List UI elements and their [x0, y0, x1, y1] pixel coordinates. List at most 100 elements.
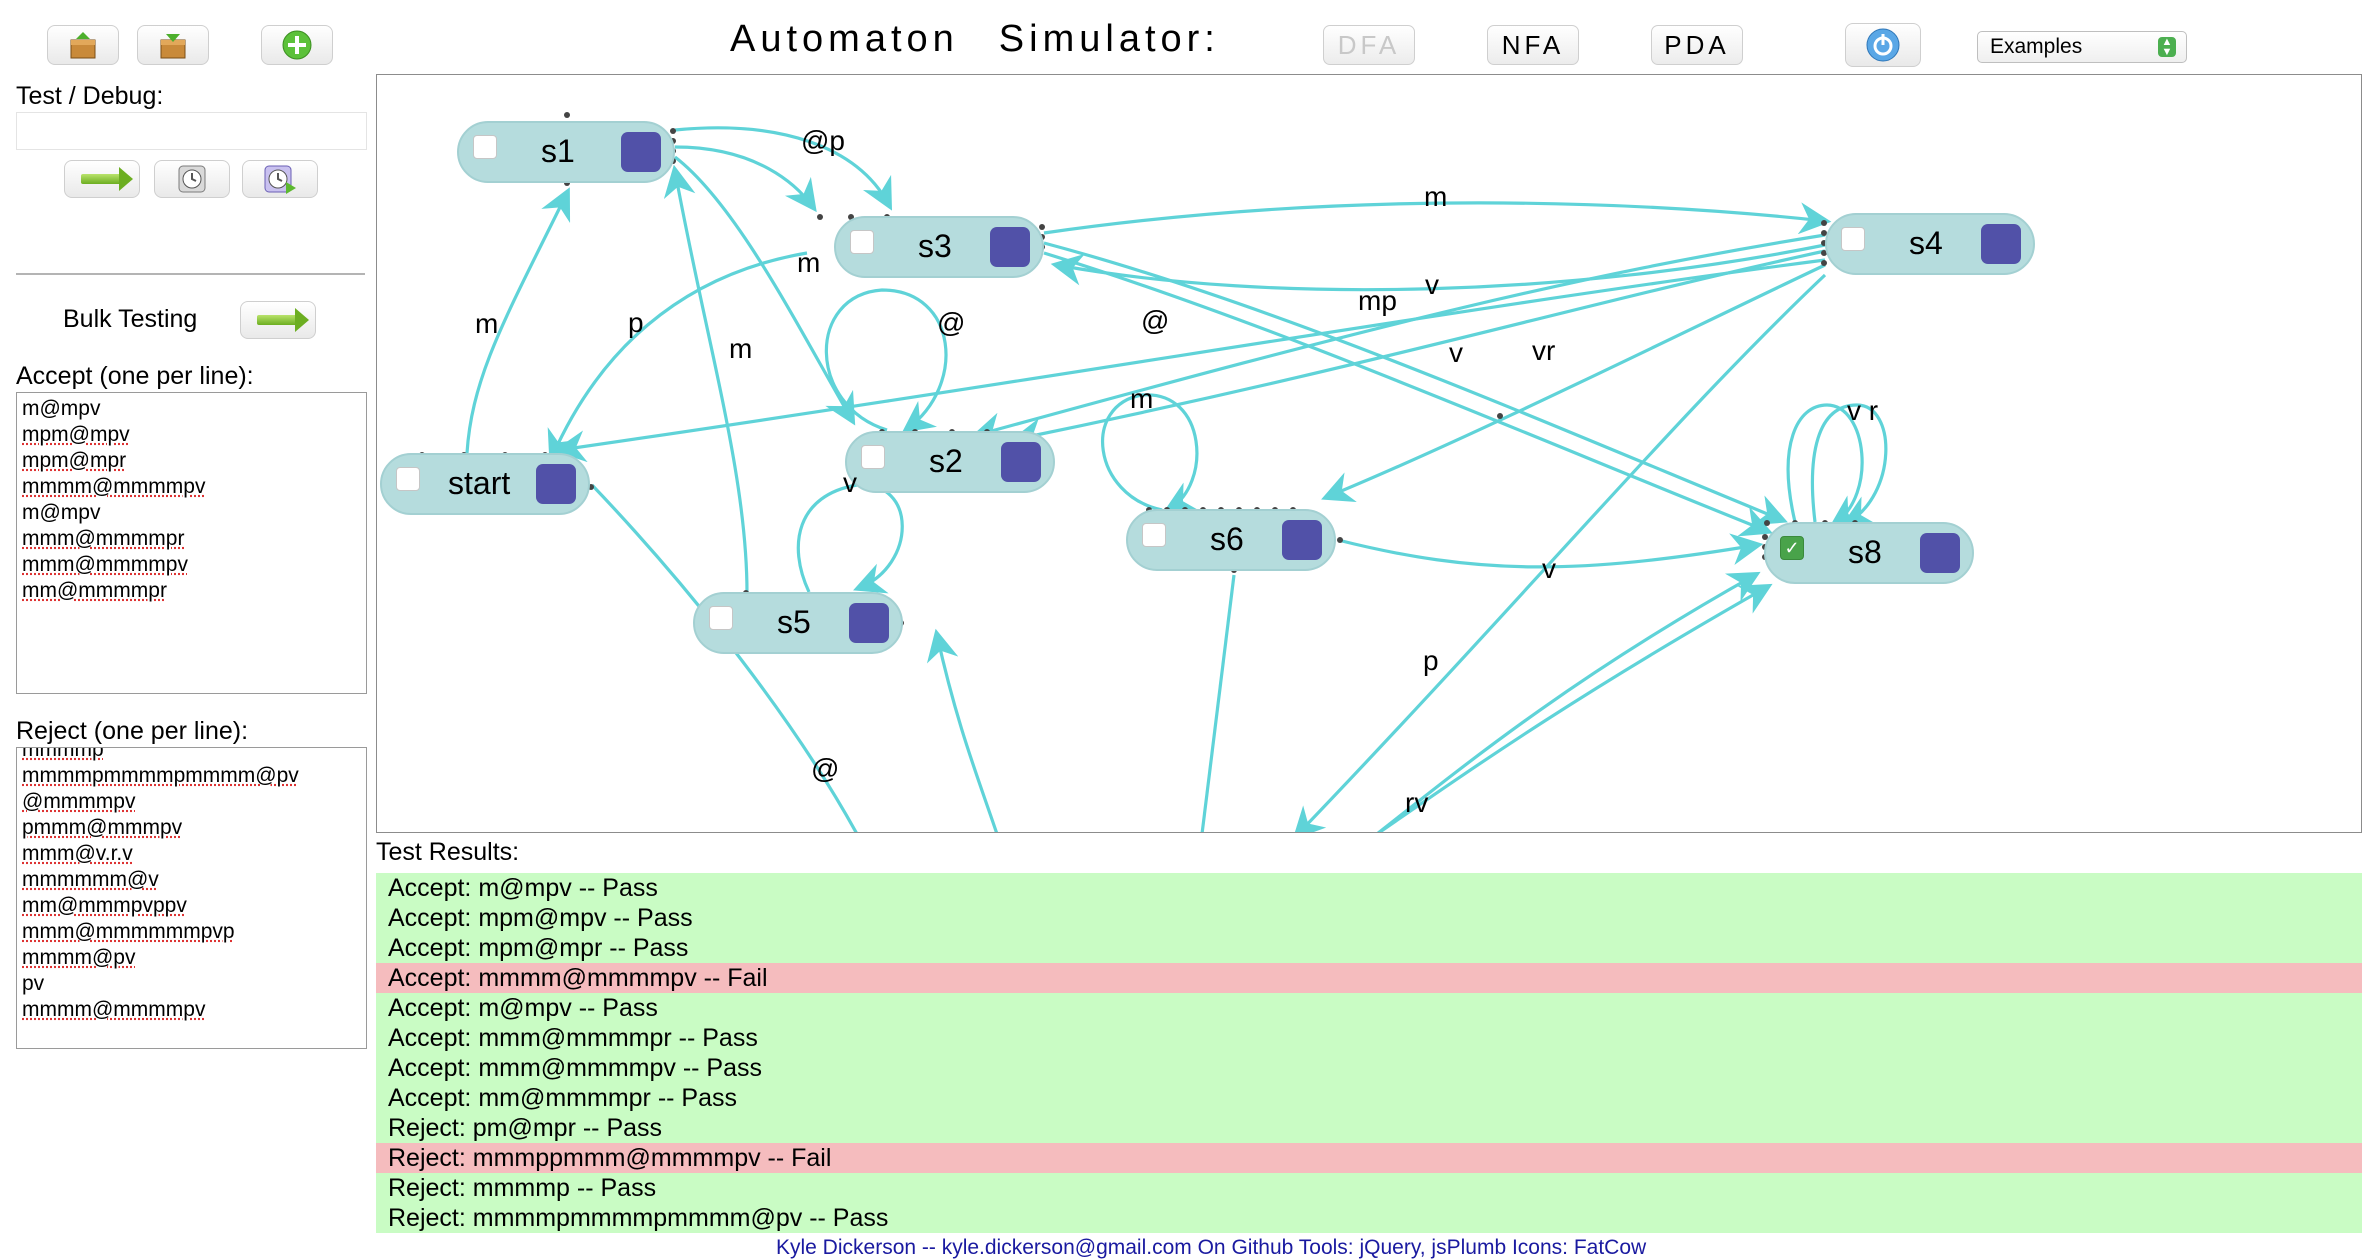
loop-s5: [796, 483, 904, 594]
step-debug-button[interactable]: [154, 160, 230, 198]
edge-label[interactable]: mp: [1358, 285, 1397, 317]
edge-label[interactable]: v: [1542, 553, 1556, 585]
state-start-accept-checkbox[interactable]: [396, 467, 420, 491]
edge-label[interactable]: m: [729, 333, 752, 365]
accept-line: mm@mmmmpr: [22, 579, 167, 602]
accept-line: m@mpv: [22, 501, 101, 524]
sidebar-divider: [16, 273, 365, 275]
test-input[interactable]: [16, 112, 367, 150]
reject-line: @mmmmpv: [22, 790, 136, 813]
state-s8-accept-checkbox[interactable]: ✓: [1780, 536, 1804, 560]
app-title-a: Automaton: [730, 18, 959, 60]
edge-label[interactable]: m: [797, 247, 820, 279]
state-s4[interactable]: s4: [1825, 213, 2035, 275]
box-save-icon: [160, 34, 186, 59]
edge-label[interactable]: m: [1424, 181, 1447, 213]
examples-select[interactable]: Examples ▲ ▼: [1977, 31, 2187, 63]
edge-label[interactable]: @: [1141, 305, 1169, 337]
state-s6-accept-checkbox[interactable]: [1142, 523, 1166, 547]
state-s8-handle[interactable]: [1920, 533, 1960, 573]
edge-label[interactable]: v: [843, 467, 857, 499]
test-results-label: Test Results:: [376, 838, 520, 866]
edge-s4-s3: [1050, 243, 1826, 292]
result-row: Accept: mpm@mpr -- Pass: [376, 933, 2362, 963]
state-s4-accept-checkbox[interactable]: [1841, 227, 1865, 251]
result-row: Reject: mmmmp -- Pass: [376, 1173, 2362, 1203]
state-s6-handle[interactable]: [1282, 520, 1322, 560]
box-open-icon: [70, 32, 96, 59]
reject-line: pmmm@mmmpv: [22, 816, 183, 839]
state-s1-accept-checkbox[interactable]: [473, 135, 497, 159]
add-state-button[interactable]: [261, 25, 333, 65]
result-row: Accept: mpm@mpv -- Pass: [376, 903, 2362, 933]
state-s3-accept-checkbox[interactable]: [850, 230, 874, 254]
reject-line: mm@mmmpvppv: [22, 894, 187, 917]
state-start-handle[interactable]: [536, 464, 576, 504]
edge-label[interactable]: m: [475, 308, 498, 340]
state-s5-handle[interactable]: [849, 603, 889, 643]
edge-s6-down: [1200, 574, 1236, 832]
test-results-list: Accept: m@mpv -- Pass Accept: mpm@mpv -- …: [376, 873, 2362, 1233]
edge-label[interactable]: v: [1449, 337, 1463, 369]
state-s5[interactable]: s5: [693, 592, 903, 654]
state-s2-handle[interactable]: [1001, 442, 1041, 482]
accept-line: mmm@mmmmpr: [22, 527, 185, 550]
power-button[interactable]: [1845, 23, 1921, 67]
clock-play-icon: [264, 165, 296, 194]
state-s4-handle[interactable]: [1981, 224, 2021, 264]
edge-bottom-s8-b: [1377, 583, 1773, 832]
result-row: Reject: mmmmpmmmmpmmmm@pv -- Pass: [376, 1203, 2362, 1233]
result-row: Accept: mm@mmmmpr -- Pass: [376, 1083, 2362, 1113]
edge-label[interactable]: rv: [1405, 787, 1428, 819]
automaton-canvas[interactable]: s1 s3 s4 start s2 s6 ✓ s8 s5 @p m m p m: [376, 74, 2362, 833]
mode-nfa-button[interactable]: NFA: [1487, 25, 1579, 65]
edge-label[interactable]: v r: [1847, 395, 1878, 427]
state-s1[interactable]: s1: [457, 121, 675, 183]
power-icon: [1866, 28, 1900, 62]
load-button[interactable]: [47, 25, 119, 65]
state-s2-accept-checkbox[interactable]: [861, 445, 885, 469]
arrow-right-icon: [81, 167, 133, 191]
reject-line: pv: [22, 972, 45, 995]
edge-label[interactable]: @: [811, 753, 839, 785]
save-button[interactable]: [137, 25, 209, 65]
reject-line-partial: mmmmp: [22, 747, 104, 761]
examples-select-value: Examples: [1990, 35, 2083, 58]
edge-label[interactable]: p: [628, 307, 644, 339]
result-row: Accept: mmmm@mmmmpv -- Fail: [376, 963, 2362, 993]
edge-label[interactable]: m: [1130, 383, 1153, 415]
reject-line: mmm@mmmmmmpvp: [22, 920, 235, 943]
run-test-button[interactable]: [64, 160, 140, 198]
accept-line: m@mpv: [22, 397, 101, 420]
footer: Kyle Dickerson -- kyle.dickerson@gmail.c…: [776, 1236, 1647, 1259]
edge-bottom-s5: [926, 628, 999, 832]
reject-line: mmmmmm@v: [22, 868, 159, 891]
state-s1-handle[interactable]: [621, 132, 661, 172]
state-s3-handle[interactable]: [990, 227, 1030, 267]
debug-continue-button[interactable]: [242, 160, 318, 198]
state-s2[interactable]: s2: [845, 431, 1055, 493]
reject-textarea[interactable]: mmmmp mmmmpmmmmpmmmm@pv @mmmmpv pmmm@mmmpv…: [16, 747, 367, 1049]
edges-layer: [419, 112, 1937, 832]
clock-icon: [178, 165, 206, 193]
mode-pda-button[interactable]: PDA: [1651, 25, 1743, 65]
state-s6[interactable]: s6: [1126, 509, 1336, 571]
edge-label[interactable]: @: [937, 307, 965, 339]
edge-s1-s3-a: [674, 126, 893, 211]
state-s4-name: s4: [1909, 225, 1943, 261]
accept-textarea[interactable]: m@mpv mpm@mpv mpm@mpr mmmm@mmmmpv m@mpv mmm@m…: [16, 392, 367, 694]
edge-label[interactable]: @p: [801, 125, 845, 157]
edge-label[interactable]: vr: [1532, 335, 1555, 367]
mode-dfa-button[interactable]: DFA: [1323, 25, 1415, 65]
edge-label[interactable]: v: [1425, 269, 1439, 301]
edge-label[interactable]: p: [1423, 645, 1439, 677]
app-title: Automaton Simulator:: [730, 18, 1220, 61]
reject-line: mmmm@pv: [22, 946, 136, 969]
state-start[interactable]: start: [380, 453, 590, 515]
state-s3[interactable]: s3: [834, 216, 1044, 278]
state-s8[interactable]: ✓ s8: [1764, 522, 1974, 584]
reject-line: mmmmpmmmmpmmmm@pv: [22, 764, 299, 787]
state-s5-accept-checkbox[interactable]: [709, 606, 733, 630]
bulk-run-button[interactable]: [240, 301, 316, 339]
accept-line: mpm@mpv: [22, 423, 130, 446]
